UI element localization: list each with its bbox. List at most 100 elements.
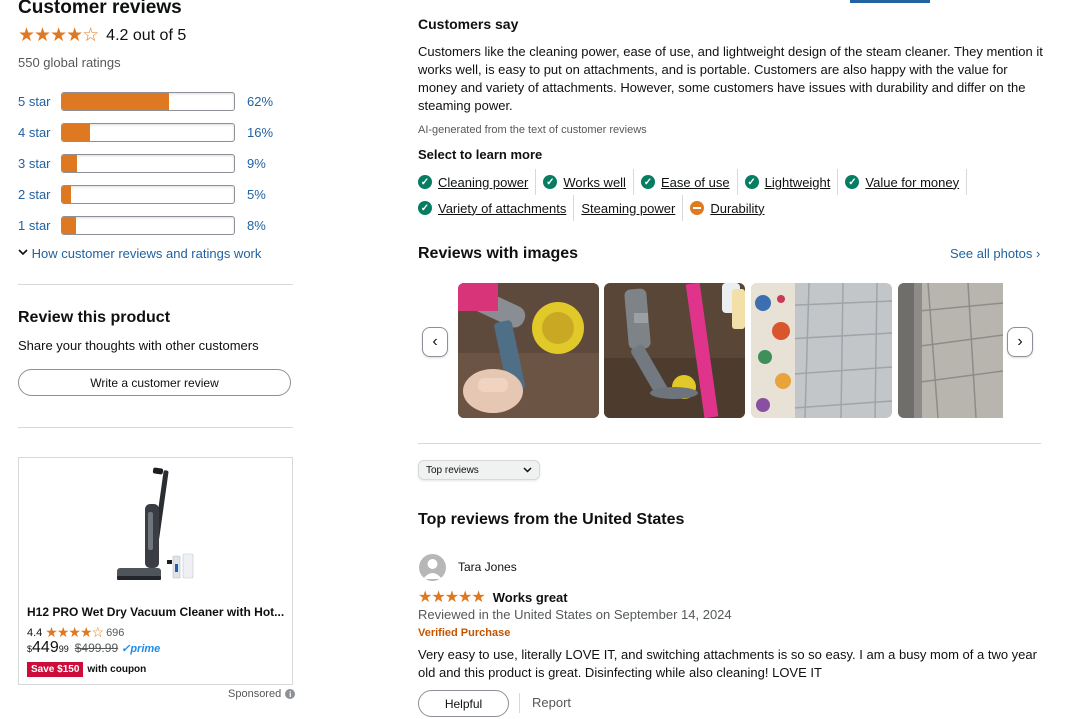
histogram-label[interactable]: 1 star	[18, 218, 61, 233]
reviews-with-images-title: Reviews with images	[418, 245, 579, 262]
review-stars-icon[interactable]: ★★★★★	[418, 587, 486, 607]
write-review-button[interactable]: Write a customer review	[18, 369, 291, 396]
check-circle-icon: ✓	[418, 175, 432, 189]
review-date: Reviewed in the United States on Septemb…	[418, 607, 732, 622]
carousel-prev-button[interactable]: ‹	[422, 327, 448, 357]
review-headline[interactable]: Works great	[493, 590, 568, 605]
reviews-title: Customer reviews	[18, 0, 182, 18]
price-whole: 449	[32, 639, 59, 656]
carousel-next-button[interactable]: ›	[1007, 327, 1033, 357]
verified-purchase-badge[interactable]: Verified Purchase	[418, 627, 510, 639]
aspect-steaming-power[interactable]: Steaming power	[581, 195, 684, 221]
chevron-right-icon: ›	[1017, 333, 1023, 350]
aspect-label[interactable]: Variety of attachments	[438, 201, 566, 216]
aspect-durability[interactable]: Durability	[690, 195, 771, 221]
histogram-row-2[interactable]: 2 star 5%	[18, 179, 288, 210]
sort-reviews-dropdown[interactable]: Top reviews	[418, 460, 540, 480]
avatar-icon	[419, 554, 446, 581]
aspect-label[interactable]: Ease of use	[661, 175, 730, 190]
coupon-text: with coupon	[87, 664, 147, 675]
minus-circle-icon	[690, 201, 705, 215]
histogram-bar[interactable]	[61, 216, 235, 235]
histogram-label[interactable]: 4 star	[18, 125, 61, 140]
histogram-percent[interactable]: 9%	[247, 156, 266, 171]
ad-rating-count: 696	[106, 626, 125, 639]
divider	[418, 443, 1041, 444]
average-rating[interactable]: ★★★★☆ 4.2 out of 5	[18, 24, 186, 47]
customers-say-title: Customers say	[418, 16, 519, 32]
ai-generated-note: AI-generated from the text of customer r…	[418, 124, 647, 136]
histogram-fill	[62, 186, 71, 203]
how-reviews-work-link[interactable]: How customer reviews and ratings work	[18, 246, 261, 261]
histogram-label[interactable]: 2 star	[18, 187, 61, 202]
check-circle-icon: ✓	[543, 175, 558, 189]
info-icon[interactable]: i	[285, 689, 296, 699]
histogram-row-4[interactable]: 4 star 16%	[18, 117, 288, 148]
ad-rating-value: 4.4	[27, 626, 43, 639]
aspect-label[interactable]: Steaming power	[581, 201, 675, 216]
histogram-bar[interactable]	[61, 154, 235, 173]
review-product-subtitle: Share your thoughts with other customers	[18, 338, 259, 353]
aspect-ease-of-use[interactable]: ✓ Ease of use	[640, 169, 738, 195]
aspect-list: ✓ Cleaning power ✓ Works well ✓ Ease of use…	[418, 169, 1058, 221]
histogram-percent[interactable]: 16%	[247, 125, 273, 140]
review-image-2[interactable]	[604, 283, 745, 418]
check-circle-icon: ✓	[640, 175, 655, 189]
aspect-label[interactable]: Lightweight	[765, 175, 831, 190]
report-link[interactable]: Report	[532, 695, 571, 710]
ad-product-name[interactable]: H12 PRO Wet Dry Vacuum Cleaner with Hot.…	[27, 605, 284, 619]
histogram-bar[interactable]	[61, 185, 235, 204]
helpful-button[interactable]: Helpful	[418, 690, 509, 717]
histogram-row-5[interactable]: 5 star 62%	[18, 86, 288, 117]
aspect-label[interactable]: Cleaning power	[438, 175, 528, 190]
rating-text: 4.2 out of 5	[106, 26, 187, 44]
review-body: Very easy to use, literally LOVE IT, and…	[418, 647, 1037, 680]
review-image-3[interactable]	[751, 283, 892, 418]
histogram-percent[interactable]: 5%	[247, 187, 266, 202]
check-circle-icon: ✓	[744, 175, 759, 189]
check-circle-icon: ✓	[418, 201, 432, 215]
prime-badge: ✓prime	[121, 643, 161, 655]
how-reviews-work-label[interactable]: How customer reviews and ratings work	[32, 246, 262, 261]
aspect-value-for-money[interactable]: ✓ Value for money	[845, 169, 968, 195]
review-image-1[interactable]	[458, 283, 599, 418]
ad-price: $ 449 99 $499.99 ✓prime	[27, 639, 160, 657]
aspect-label[interactable]: Value for money	[865, 175, 959, 190]
histogram-label[interactable]: 3 star	[18, 156, 61, 171]
histogram-row-3[interactable]: 3 star 9%	[18, 148, 288, 179]
aspect-variety-of-attachments[interactable]: ✓ Variety of attachments	[418, 195, 575, 221]
check-circle-icon: ✓	[845, 175, 860, 189]
sort-selected: Top reviews	[426, 464, 479, 476]
histogram-row-1[interactable]: 1 star 8%	[18, 210, 288, 241]
histogram-fill	[62, 217, 76, 234]
review-rating-row: ★★★★★ Works great	[418, 587, 568, 607]
divider	[18, 427, 293, 428]
histogram-label[interactable]: 5 star	[18, 94, 61, 109]
divider	[18, 284, 293, 285]
list-price: $499.99	[74, 641, 119, 655]
top-reviews-title: Top reviews from the United States	[418, 511, 685, 528]
histogram-percent[interactable]: 62%	[247, 94, 273, 109]
review-image-4[interactable]	[898, 283, 1003, 418]
aspect-cleaning-power[interactable]: ✓ Cleaning power	[418, 169, 537, 195]
aspect-lightweight[interactable]: ✓ Lightweight	[744, 169, 839, 195]
aspect-label[interactable]: Works well	[563, 175, 626, 190]
tab-indicator	[850, 0, 930, 3]
histogram-percent[interactable]: 8%	[247, 218, 266, 233]
histogram-bar[interactable]	[61, 92, 235, 111]
chevron-left-icon: ‹	[432, 333, 438, 350]
histogram-bar[interactable]	[61, 123, 235, 142]
divider	[519, 693, 520, 713]
chevron-down-icon	[523, 465, 532, 476]
product-image[interactable]	[109, 464, 209, 590]
see-all-photos-link[interactable]: See all photos ›	[950, 246, 1040, 261]
aspect-works-well[interactable]: ✓ Works well	[543, 169, 634, 195]
global-ratings-count: 550 global ratings	[18, 55, 121, 70]
reviewer-name[interactable]: Tara Jones	[458, 560, 517, 574]
ad-coupon: Save $150 with coupon	[27, 662, 146, 677]
sponsored-product-card[interactable]: H12 PRO Wet Dry Vacuum Cleaner with Hot.…	[18, 457, 293, 685]
sponsored-label[interactable]: Sponsored i	[228, 688, 296, 700]
aspect-label[interactable]: Durability	[710, 201, 764, 216]
save-badge: Save $150	[27, 662, 84, 677]
select-to-learn-more: Select to learn more	[418, 147, 543, 162]
